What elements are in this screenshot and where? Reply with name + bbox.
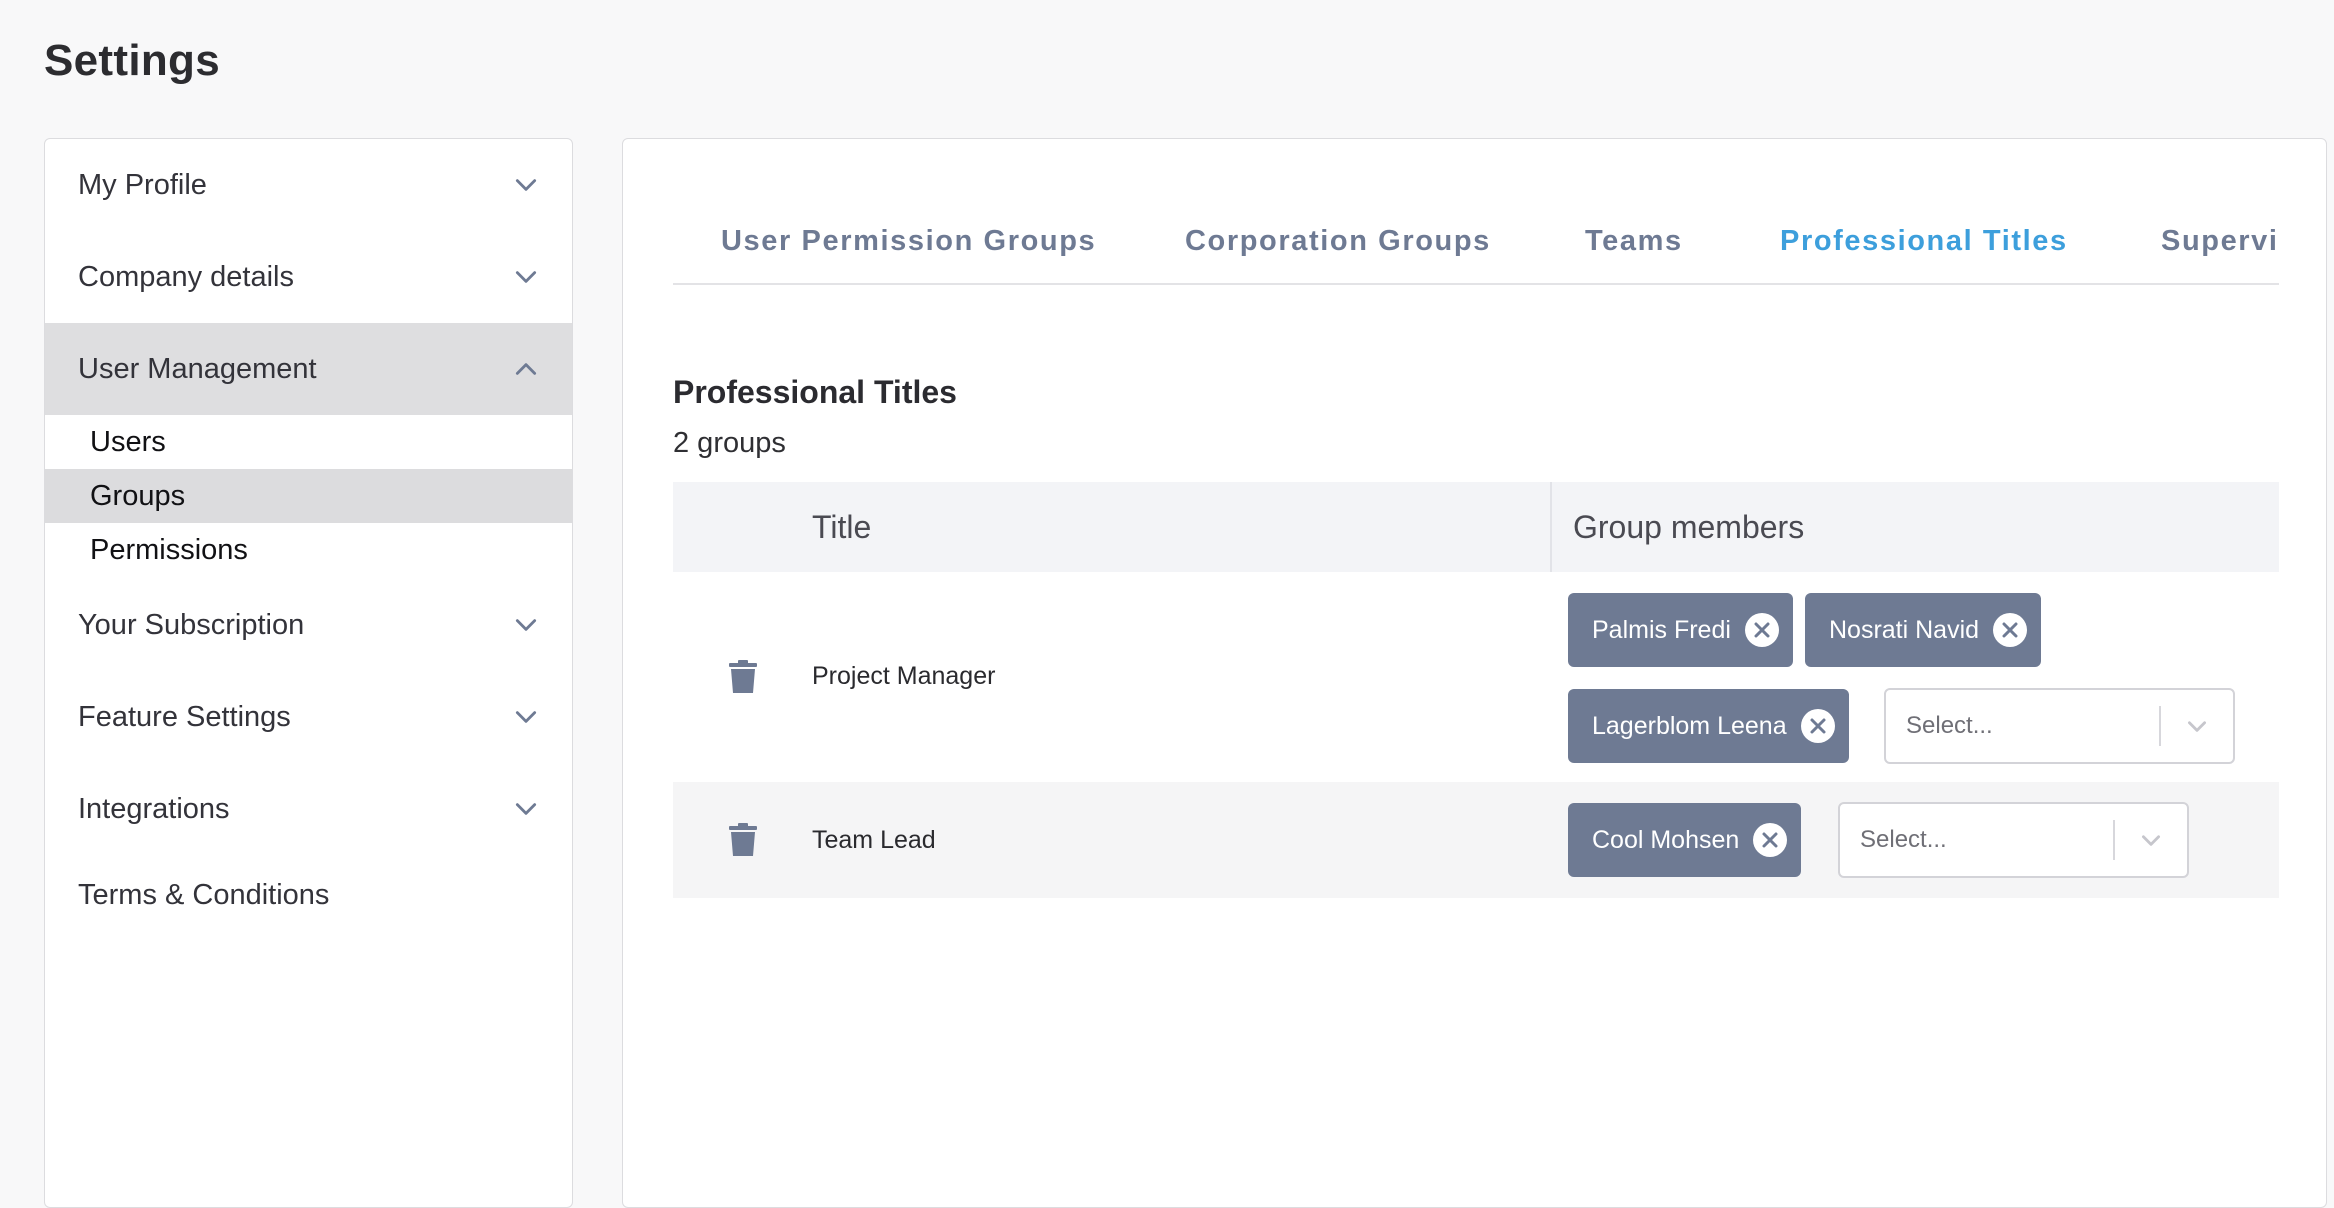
- settings-sidebar: My Profile Company details User Manageme…: [44, 138, 573, 1208]
- table-row: Project Manager Palmis Fredi Nosrati Nav…: [673, 572, 2279, 782]
- sidebar-item-terms-conditions[interactable]: Terms & Conditions: [45, 849, 572, 941]
- member-name: Nosrati Navid: [1829, 615, 1980, 644]
- sidebar-item-label: My Profile: [78, 168, 207, 201]
- tab-supervisors[interactable]: Supervi: [2161, 199, 2279, 283]
- select-placeholder: Select...: [1906, 712, 1993, 739]
- main-panel: User Permission Groups Corporation Group…: [622, 138, 2327, 1208]
- chevron-down-icon: [512, 611, 540, 639]
- row-title: Team Lead: [812, 826, 936, 854]
- trash-icon[interactable]: [728, 823, 758, 857]
- page-title: Settings: [44, 36, 220, 85]
- member-chip: Lagerblom Leena: [1568, 689, 1849, 763]
- sidebar-subitem-groups[interactable]: Groups: [45, 469, 572, 523]
- member-chip: Cool Mohsen: [1568, 803, 1802, 877]
- sidebar-subitem-label: Groups: [90, 479, 186, 512]
- select-placeholder: Select...: [1860, 826, 1947, 853]
- tab-user-permission-groups[interactable]: User Permission Groups: [721, 199, 1096, 283]
- tab-corporation-groups[interactable]: Corporation Groups: [1185, 199, 1491, 283]
- add-member-select[interactable]: Select...: [1838, 802, 2189, 878]
- member-name: Lagerblom Leena: [1592, 711, 1787, 740]
- group-count: 2 groups: [673, 427, 786, 459]
- sidebar-item-label: Your Subscription: [78, 608, 305, 641]
- table-header: Title Group members: [673, 482, 2279, 572]
- tab-teams[interactable]: Teams: [1585, 199, 1683, 283]
- sidebar-item-my-profile[interactable]: My Profile: [45, 139, 572, 231]
- sidebar-item-integrations[interactable]: Integrations: [45, 763, 572, 855]
- sidebar-item-label: User Management: [78, 352, 317, 385]
- sidebar-item-user-management[interactable]: User Management: [45, 323, 572, 415]
- column-divider: [1550, 482, 1552, 572]
- tab-bar: User Permission Groups Corporation Group…: [673, 199, 2279, 285]
- sidebar-subitem-label: Permissions: [90, 533, 248, 566]
- sidebar-item-label: Feature Settings: [78, 700, 291, 733]
- sidebar-item-label: Terms & Conditions: [78, 878, 330, 911]
- chevron-down-icon: [512, 795, 540, 823]
- trash-icon[interactable]: [728, 660, 758, 694]
- sidebar-subitem-permissions[interactable]: Permissions: [45, 523, 572, 577]
- add-member-select[interactable]: Select...: [1884, 688, 2235, 764]
- chevron-down-icon: [512, 703, 540, 731]
- sidebar-subitem-users[interactable]: Users: [45, 415, 572, 469]
- chevron-down-icon: [512, 171, 540, 199]
- remove-member-icon[interactable]: [1800, 709, 1835, 743]
- member-chip: Nosrati Navid: [1805, 593, 2042, 667]
- table-row: Team Lead Cool Mohsen Select...: [673, 782, 2279, 898]
- column-header-group-members: Group members: [1573, 508, 1805, 545]
- member-name: Palmis Fredi: [1592, 615, 1731, 644]
- chevron-down-icon: [512, 263, 540, 291]
- remove-member-icon[interactable]: [1753, 823, 1788, 857]
- member-chip: Palmis Fredi: [1568, 593, 1793, 667]
- sidebar-subitem-label: Users: [90, 425, 166, 458]
- chevron-down-icon[interactable]: [2115, 827, 2187, 853]
- sidebar-item-label: Company details: [78, 260, 294, 293]
- member-name: Cool Mohsen: [1592, 825, 1740, 854]
- sidebar-item-your-subscription[interactable]: Your Subscription: [45, 579, 572, 671]
- column-header-title: Title: [812, 508, 872, 545]
- remove-member-icon[interactable]: [1744, 613, 1779, 647]
- sidebar-item-feature-settings[interactable]: Feature Settings: [45, 671, 572, 763]
- row-title: Project Manager: [812, 662, 996, 690]
- chevron-up-icon: [512, 355, 540, 383]
- sidebar-item-company-details[interactable]: Company details: [45, 231, 572, 323]
- tab-professional-titles[interactable]: Professional Titles: [1780, 199, 2068, 283]
- section-title: Professional Titles: [673, 374, 957, 410]
- chevron-down-icon[interactable]: [2161, 713, 2233, 739]
- sidebar-item-label: Integrations: [78, 792, 230, 825]
- remove-member-icon[interactable]: [1993, 613, 2028, 647]
